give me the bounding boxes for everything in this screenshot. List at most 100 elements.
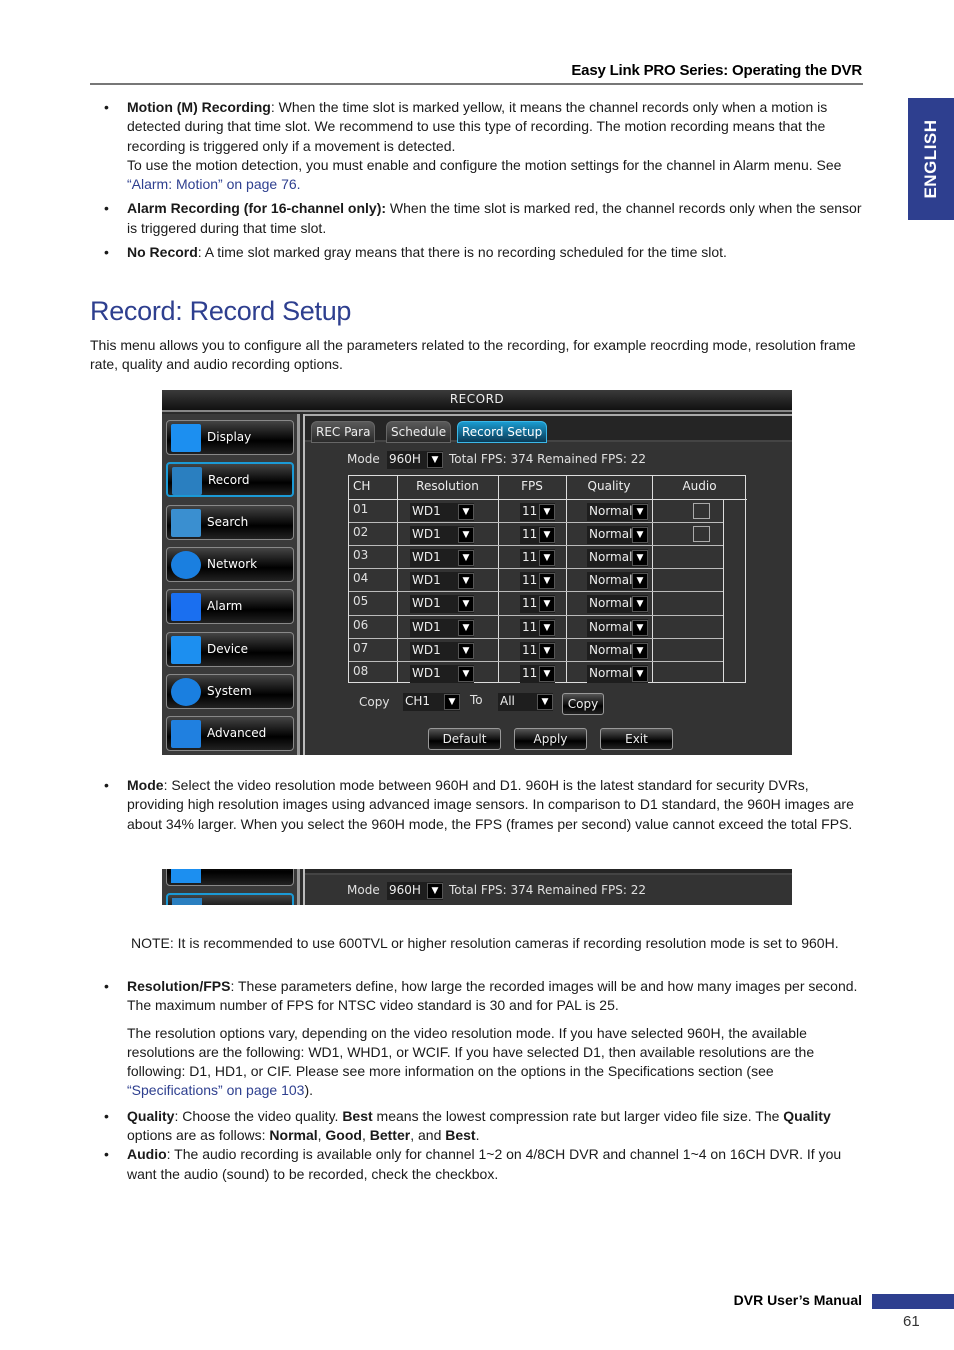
bullet-term: Alarm Recording (for 16-channel only): — [127, 200, 387, 217]
network-globe-icon — [171, 550, 201, 579]
mode-select[interactable]: 960H ▼ — [387, 451, 443, 469]
chevron-down-icon: ▼ — [539, 527, 555, 544]
sidebar-item-search[interactable]: Search — [166, 504, 294, 540]
sidebar-item-label: Alarm — [207, 599, 243, 614]
chevron-down-icon: ▼ — [458, 504, 474, 520]
fps-info: Total FPS: 374 Remained FPS: 22 — [449, 452, 647, 466]
tab-rec-para[interactable]: REC Para — [311, 421, 376, 443]
tab-record-setup[interactable]: Record Setup — [457, 421, 548, 443]
screwdriver-icon — [171, 720, 201, 749]
quality-select[interactable]: Normal ▼ — [587, 664, 648, 683]
sidebar-item-label: Search — [207, 514, 249, 529]
resolution-select[interactable]: WD1 ▼ — [410, 664, 474, 683]
chevron-down-icon: ▼ — [632, 596, 648, 613]
sidebar-item-record[interactable]: Record — [166, 462, 294, 498]
fps-select[interactable]: 11 ▼ — [520, 526, 555, 545]
mode-value: 960H — [389, 452, 421, 466]
audio-checkbox[interactable] — [693, 526, 710, 543]
specifications-link[interactable]: “Specifications” on page 103 — [127, 1082, 304, 1098]
table-row: 04 WD1 ▼ 11 ▼ Normal ▼ — [349, 569, 747, 592]
record-setup-table: CH Resolution FPS Quality Audio 01 WD1 ▼ 11 ▼ Norm… — [348, 475, 747, 683]
resolution-value: WD1 — [412, 527, 441, 542]
tab-schedule[interactable]: Schedule — [386, 421, 452, 443]
chevron-down-icon: ▼ — [539, 596, 555, 613]
fps-select[interactable]: 11 ▼ — [520, 572, 555, 591]
monitor-icon — [171, 869, 201, 883]
copy-label: Copy — [359, 695, 390, 709]
audio-checkbox[interactable] — [693, 503, 710, 519]
sidebar-item-advanced[interactable]: Advanced — [166, 716, 294, 752]
sidebar-item-label: Advanced — [207, 726, 267, 741]
quality-select[interactable]: Normal ▼ — [587, 641, 648, 660]
channel-number: 06 — [353, 617, 369, 632]
copy-to-select[interactable]: All ▼ — [498, 693, 553, 711]
paragraph-text: The resolution options vary, depending o… — [127, 1024, 815, 1080]
copy-from-select[interactable]: CH1 ▼ — [403, 693, 460, 711]
header-rule — [90, 83, 863, 85]
channel-number: 03 — [353, 548, 369, 563]
resolution-select[interactable]: WD1 ▼ — [410, 618, 474, 637]
device-monitor-icon — [171, 635, 201, 664]
table-row: 05 WD1 ▼ 11 ▼ Normal ▼ — [349, 592, 747, 615]
copy-button[interactable]: Copy — [562, 693, 604, 715]
exit-button[interactable]: Exit — [600, 728, 673, 750]
column-header-audio: Audio — [682, 479, 717, 493]
quality-select[interactable]: Normal ▼ — [587, 526, 648, 545]
resolution-select[interactable]: WD1 ▼ — [410, 549, 474, 568]
list-item: Motion (M) Recording: When the time slot… — [90, 98, 865, 194]
resolution-select[interactable]: WD1 ▼ — [410, 595, 474, 614]
chevron-down-icon: ▼ — [632, 527, 648, 544]
footer-label: DVR User’s Manual — [733, 1292, 862, 1308]
sidebar-item-label: System — [207, 683, 252, 698]
quality-select[interactable]: Normal ▼ — [587, 595, 648, 614]
bullet-text: : The audio recording is available only … — [127, 1146, 842, 1182]
table-row: 03 WD1 ▼ 11 ▼ Normal ▼ — [349, 546, 747, 569]
sidebar-item-system[interactable]: System — [166, 673, 294, 709]
fps-select[interactable]: 11 ▼ — [520, 664, 555, 683]
page-number: 61 — [903, 1313, 920, 1330]
chevron-down-icon: ▼ — [458, 665, 474, 682]
sidebar-item-label: Device — [207, 641, 249, 656]
bullet-term: Good — [325, 1127, 362, 1144]
quality-select[interactable]: Normal ▼ — [587, 618, 648, 637]
remaining-bullets: Resolution/FPS: These parameters define,… — [90, 977, 865, 1189]
fps-value: 11 — [522, 619, 538, 634]
list-item: Mode: Select the video resolution mode b… — [90, 776, 865, 834]
dvr-record-setup-screenshot: RECORD Display Record Search Network Alarm De… — [162, 390, 792, 755]
quality-select[interactable]: Normal ▼ — [587, 503, 648, 521]
sidebar-item-display[interactable]: Display — [166, 420, 294, 455]
dvr-sidebar: Display Record Search Network Alarm Device Sys… — [162, 414, 300, 755]
bullet-text: . — [475, 1127, 480, 1144]
sidebar-item-alarm[interactable]: Alarm — [166, 589, 294, 625]
fps-select[interactable]: 11 ▼ — [520, 641, 555, 660]
fps-select[interactable]: 11 ▼ — [520, 503, 555, 521]
quality-select[interactable]: Normal ▼ — [587, 572, 648, 591]
quality-select[interactable]: Normal ▼ — [587, 549, 648, 568]
dvr-tabs: REC Para Schedule Record Setup — [305, 414, 792, 443]
mode-value: 960H — [389, 883, 421, 897]
fps-select[interactable]: 11 ▼ — [520, 549, 555, 568]
quality-value: Normal — [589, 619, 633, 634]
resolution-select[interactable]: WD1 ▼ — [410, 526, 474, 545]
list-item: Quality: Choose the video quality. Best … — [90, 1107, 865, 1146]
mode-label: Mode — [347, 452, 380, 466]
list-item: Audio: The audio recording is available … — [90, 1145, 865, 1184]
resolution-select[interactable]: WD1 ▼ — [410, 572, 474, 591]
dvr-main-panel: REC Para Schedule Record Setup Mode 960H… — [303, 414, 792, 755]
sidebar-item-network[interactable]: Network — [166, 546, 294, 582]
fps-select[interactable]: 11 ▼ — [520, 618, 555, 637]
resolution-select[interactable]: WD1 ▼ — [410, 503, 474, 521]
apply-button[interactable]: Apply — [514, 728, 587, 750]
chevron-down-icon: ▼ — [539, 573, 555, 590]
default-button[interactable]: Default — [428, 728, 501, 750]
sidebar-item-device[interactable]: Device — [166, 631, 294, 667]
copy-to-value: All — [500, 694, 515, 708]
alarm-motion-link[interactable]: “Alarm: Motion” on page 76. — [127, 176, 301, 192]
fps-select[interactable]: 11 ▼ — [520, 595, 555, 614]
chevron-down-icon: ▼ — [632, 573, 648, 590]
column-header-resolution: Resolution — [416, 479, 479, 493]
table-row: 01 WD1 ▼ 11 ▼ Normal ▼ — [349, 500, 747, 523]
film-record-icon — [172, 898, 202, 905]
resolution-value: WD1 — [412, 504, 441, 518]
resolution-select[interactable]: WD1 ▼ — [410, 641, 474, 660]
